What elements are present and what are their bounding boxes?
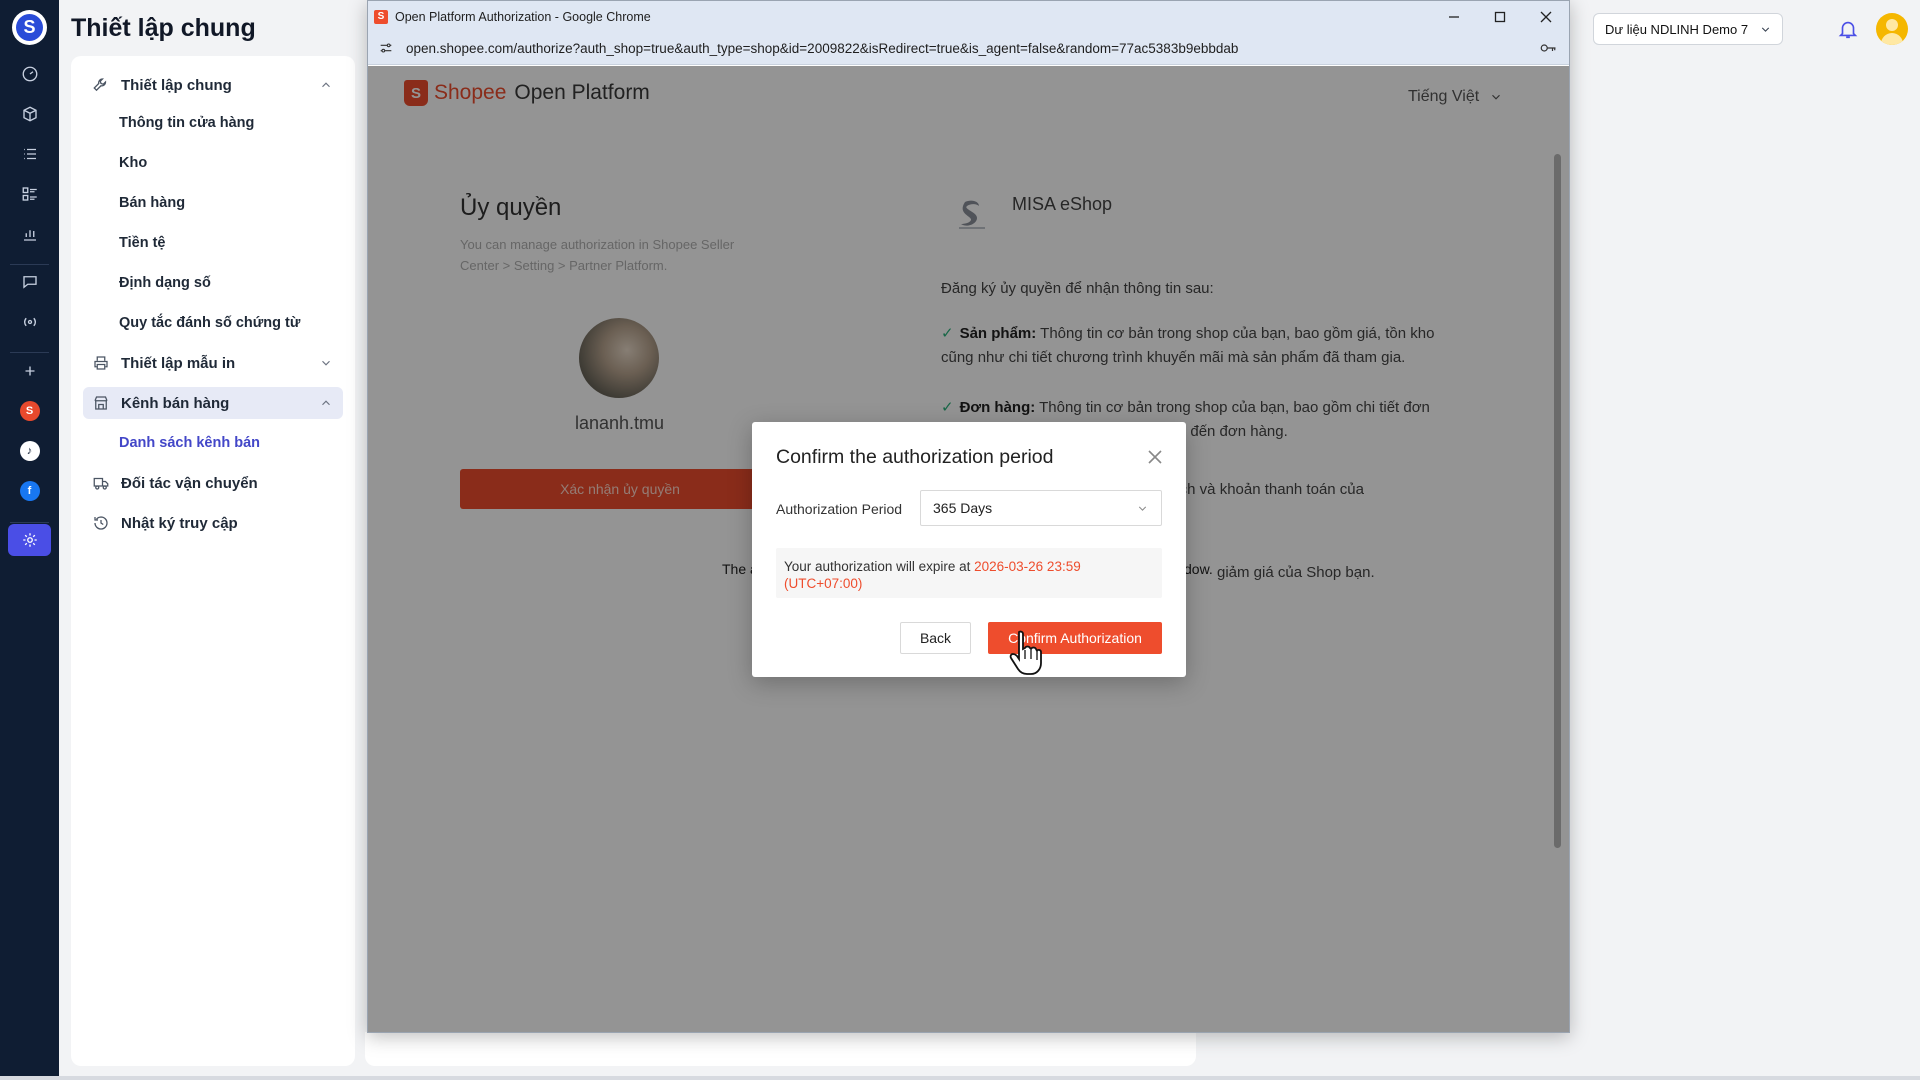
page-title: Thiết lập chung: [71, 14, 256, 42]
expiry-timezone: (UTC+07:00): [784, 576, 863, 591]
gear-icon: [22, 533, 37, 547]
site-settings-icon[interactable]: [378, 40, 394, 56]
store-icon: [91, 393, 111, 413]
bar-chart-icon: [23, 230, 36, 241]
password-key-icon[interactable]: [1539, 40, 1557, 56]
submenu-number-format[interactable]: Định dạng số: [119, 275, 211, 291]
maximize-button[interactable]: [1477, 1, 1523, 32]
history-icon: [91, 513, 111, 533]
settings-sidebar: Thiết lập chung Thông tin cửa hàng Kho B…: [71, 56, 355, 1066]
chevron-up-icon: [319, 78, 333, 92]
menu-label: Kênh bán hàng: [121, 394, 230, 412]
rail-shopee-app[interactable]: S: [8, 395, 51, 427]
rail-orders[interactable]: [8, 138, 51, 170]
rail-settings[interactable]: [8, 524, 51, 556]
chevron-up-icon: [319, 396, 333, 410]
grid-list-icon: [22, 187, 37, 201]
rail-add[interactable]: [8, 355, 51, 387]
menu-print-templates[interactable]: Thiết lập mẫu in: [83, 347, 343, 379]
hand-cursor-icon: [1007, 628, 1047, 678]
rail-facebook-app[interactable]: f: [8, 475, 51, 507]
expiry-text: Your authorization will expire at: [784, 559, 971, 574]
chevron-down-icon: [1759, 23, 1772, 39]
menu-access-log[interactable]: Nhật ký truy cập: [83, 507, 343, 539]
rail-dashboard[interactable]: [8, 58, 51, 90]
chevron-down-icon: [319, 356, 333, 370]
nav-rail: S S ♪ f: [0, 0, 59, 1080]
close-window-button[interactable]: [1523, 1, 1569, 32]
rail-broadcast[interactable]: [8, 306, 51, 338]
address-bar[interactable]: open.shopee.com/authorize?auth_shop=true…: [368, 32, 1569, 65]
shopee-app-icon: S: [19, 401, 40, 421]
menu-sales-channels[interactable]: Kênh bán hàng: [83, 387, 343, 419]
chevron-down-icon: [1136, 502, 1149, 518]
authorization-period-modal: Confirm the authorization period Authori…: [752, 422, 1186, 677]
modal-close-button[interactable]: [1147, 449, 1165, 467]
menu-label: Thiết lập mẫu in: [121, 354, 236, 372]
menu-label: Thiết lập chung: [121, 76, 232, 94]
menu-label: Đối tác vận chuyển: [121, 474, 258, 492]
user-avatar[interactable]: [1876, 13, 1908, 45]
wrench-icon: [91, 75, 111, 95]
submenu-channel-list[interactable]: Danh sách kênh bán: [119, 435, 260, 451]
minimize-icon: [1449, 15, 1459, 18]
rail-products[interactable]: [8, 98, 51, 130]
submenu-shop-info[interactable]: Thông tin cửa hàng: [119, 115, 254, 131]
menu-general-settings[interactable]: Thiết lập chung: [83, 69, 343, 101]
period-label: Authorization Period: [776, 501, 903, 517]
rail-tiktok-app[interactable]: ♪: [8, 435, 51, 467]
window-title: Open Platform Authorization - Google Chr…: [395, 9, 651, 24]
chat-icon: [22, 276, 37, 289]
printer-icon: [91, 353, 111, 373]
maximize-icon: [1494, 11, 1506, 22]
speedometer-icon: [22, 66, 37, 82]
menu-label: Nhật ký truy cập: [121, 514, 238, 532]
shopee-auth-page: S Shopee Open Platform Tiếng Việt Ủy quy…: [368, 66, 1569, 1032]
bell-icon[interactable]: [1837, 18, 1859, 40]
expiry-notice: Your authorization will expire at 2026-0…: [776, 548, 1162, 598]
tiktok-app-icon: ♪: [19, 441, 40, 461]
box-icon: [22, 106, 37, 122]
modal-title: Confirm the authorization period: [776, 446, 1054, 468]
rail-reports[interactable]: [8, 218, 51, 250]
shopee-favicon-icon: S: [374, 9, 388, 24]
close-icon: [1148, 450, 1162, 464]
submenu-document-numbering[interactable]: Quy tắc đánh số chứng từ: [119, 315, 300, 331]
truck-icon: [91, 473, 111, 493]
app-logo[interactable]: S: [12, 10, 47, 45]
submenu-sales[interactable]: Bán hàng: [119, 195, 185, 211]
menu-shipping-partners[interactable]: Đối tác vận chuyển: [83, 467, 343, 499]
taskbar-strip: [0, 1076, 1920, 1080]
facebook-app-icon: f: [19, 481, 40, 501]
main-content-card: [365, 1032, 1196, 1066]
submenu-warehouse[interactable]: Kho: [119, 155, 147, 171]
shop-selector-value: Dư liệu NDLINH Demo 7: [1605, 21, 1749, 37]
close-icon: [1540, 11, 1552, 22]
expiry-date: 2026-03-26 23:59: [974, 559, 1081, 574]
rail-catalog[interactable]: [8, 178, 51, 210]
misa-logo-icon: S: [16, 14, 43, 41]
rail-chat[interactable]: [8, 266, 51, 298]
submenu-currency[interactable]: Tiền tệ: [119, 235, 165, 251]
shop-selector[interactable]: Dư liệu NDLINH Demo 7: [1593, 13, 1783, 45]
broadcast-icon: [23, 317, 36, 327]
back-button[interactable]: Back: [900, 622, 971, 654]
window-titlebar: S Open Platform Authorization - Google C…: [368, 1, 1569, 32]
plus-icon: [25, 366, 34, 376]
period-value: 365 Days: [933, 500, 993, 516]
list-icon: [23, 148, 36, 160]
url-text[interactable]: open.shopee.com/authorize?auth_shop=true…: [406, 41, 1238, 56]
minimize-button[interactable]: [1431, 1, 1477, 32]
authorization-period-select[interactable]: 365 Days: [920, 490, 1162, 526]
chrome-popup-window: S Open Platform Authorization - Google C…: [367, 0, 1570, 1033]
